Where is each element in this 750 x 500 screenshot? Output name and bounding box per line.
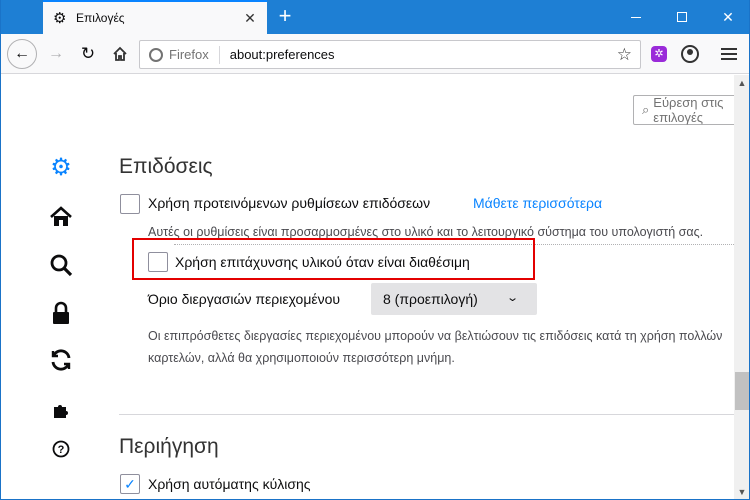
sidebar-extensions-puzzle-icon[interactable] [49, 398, 73, 422]
sidebar-home-icon[interactable] [49, 205, 73, 229]
process-limit-label: Όριο διεργασιών περιεχομένου [148, 291, 341, 307]
tab-preferences[interactable]: ⚙ Επιλογές ✕ [43, 0, 267, 34]
minimize-icon [631, 16, 641, 18]
new-tab-button[interactable]: + [273, 5, 297, 29]
autoscroll-checkbox[interactable]: ✓ [120, 474, 140, 494]
forward-arrow-icon: → [48, 45, 64, 62]
hamburger-menu-icon[interactable] [721, 46, 737, 62]
recommended-settings-description: Αυτές οι ρυθμίσεις είναι προσαρμοσμένες … [148, 225, 704, 239]
search-placeholder: Εύρεση στις επιλογές [653, 95, 724, 125]
sidebar-help-icon[interactable]: ? [49, 437, 73, 461]
svg-text:?: ? [58, 444, 65, 456]
maximize-button[interactable] [659, 0, 705, 34]
scroll-up-arrow-icon[interactable]: ▲ [734, 75, 749, 91]
browser-window: ⚙ Επιλογές ✕ + ✕ ← → ↻ Firefox about:pre… [0, 0, 750, 500]
reload-icon: ↻ [80, 44, 96, 63]
extension-icon[interactable]: ✲ [651, 46, 667, 62]
url-bar[interactable]: Firefox about:preferences ☆ [139, 40, 641, 69]
minimize-button[interactable] [613, 0, 659, 34]
tab-close-icon[interactable]: ✕ [239, 7, 261, 29]
recommended-settings-checkbox[interactable] [120, 194, 140, 214]
sidebar-privacy-lock-icon[interactable] [49, 301, 73, 325]
firefox-logo-icon [149, 47, 163, 62]
forward-button[interactable]: → [41, 39, 71, 69]
close-icon: ✕ [722, 9, 734, 25]
close-window-button[interactable]: ✕ [705, 0, 749, 34]
vertical-scrollbar[interactable]: ▲ ▼ [734, 75, 749, 499]
highlight-box [132, 238, 535, 280]
autoscroll-label[interactable]: Χρήση αυτόματης κύλισης [148, 476, 311, 492]
account-icon[interactable] [681, 45, 699, 63]
maximize-icon [677, 12, 687, 22]
browsing-section-title: Περιήγηση [119, 435, 219, 458]
identity-label: Firefox [169, 45, 220, 64]
section-divider [119, 414, 734, 415]
back-button[interactable]: ← [7, 39, 37, 69]
sidebar-search-icon[interactable] [49, 253, 73, 277]
process-limit-description: Οι επιπρόσθετες διεργασίες περιεχομένου … [148, 325, 734, 369]
search-icon: ⌕ [642, 102, 650, 117]
home-button[interactable] [105, 39, 135, 69]
home-icon [113, 46, 127, 61]
tab-title: Επιλογές [76, 11, 125, 25]
gear-icon: ⚙ [53, 10, 67, 27]
sidebar-sync-icon[interactable] [49, 348, 73, 372]
process-limit-value: 8 (προεπιλογή) [383, 291, 478, 307]
url-text[interactable]: about:preferences [230, 47, 617, 62]
learn-more-link[interactable]: Μάθετε περισσότερα [473, 195, 602, 211]
performance-section-title: Επιδόσεις [119, 155, 213, 178]
chevron-down-icon: ⌄ [506, 292, 520, 304]
reload-button[interactable]: ↻ [73, 39, 103, 69]
preferences-content: ⌕ Εύρεση στις επιλογές ⚙ ? Επιδόσεις Χρή… [1, 75, 734, 499]
process-limit-select[interactable]: 8 (προεπιλογή) ⌄ [371, 283, 537, 315]
preferences-search-input[interactable]: ⌕ Εύρεση στις επιλογές [633, 95, 734, 125]
sidebar-general-gear-icon[interactable]: ⚙ [49, 154, 73, 181]
recommended-settings-label[interactable]: Χρήση προτεινόμενων ρυθμίσεων επιδόσεων [148, 195, 430, 211]
process-desc-line2: καρτελών, αλλά θα χρησιμοποιούν περισσότ… [148, 351, 455, 365]
scroll-thumb[interactable] [735, 372, 749, 410]
scroll-down-arrow-icon[interactable]: ▼ [734, 484, 749, 499]
back-arrow-icon: ← [14, 45, 30, 62]
tab-strip: ⚙ Επιλογές ✕ + ✕ [1, 0, 749, 34]
navigation-toolbar: ← → ↻ Firefox about:preferences ☆ ✲ [1, 34, 749, 74]
process-desc-line1: Οι επιπρόσθετες διεργασίες περιεχομένου … [148, 329, 723, 343]
bookmark-star-icon[interactable]: ☆ [617, 45, 632, 65]
